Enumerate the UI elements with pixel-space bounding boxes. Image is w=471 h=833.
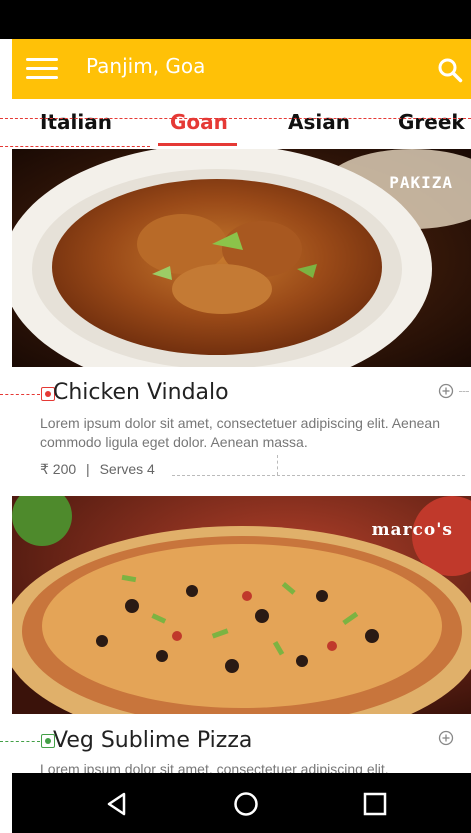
dish-description: Lorem ipsum dolor sit amet, consectetuer…: [40, 415, 440, 450]
tab-asian[interactable]: Asian: [288, 110, 350, 134]
active-tab-indicator: [158, 143, 237, 146]
tab-greek[interactable]: Greek: [398, 110, 465, 134]
circle-home-icon[interactable]: [233, 791, 259, 817]
add-guide-line: [459, 391, 469, 392]
dish-title[interactable]: Veg Sublime Pizza: [53, 728, 252, 753]
app-bar: Panjim, Goa: [12, 39, 471, 99]
dish-price: ₹ 200: [40, 461, 77, 477]
dish-title[interactable]: Chicken Vindalo: [53, 380, 229, 405]
dish-meta: ₹ 200 | Serves 4: [40, 461, 155, 478]
dish-image-veg-pizza[interactable]: marco's: [12, 496, 471, 714]
square-recents-icon[interactable]: [362, 791, 388, 817]
dish-serves: Serves 4: [99, 461, 155, 477]
dish-image-chicken-vindalo[interactable]: PAKIZA: [12, 149, 471, 367]
hamburger-menu-icon[interactable]: [26, 58, 58, 80]
triangle-back-icon[interactable]: [104, 791, 130, 817]
meta-guide-tick: [277, 455, 278, 475]
tab-goan[interactable]: Goan: [170, 110, 228, 134]
add-dish-icon[interactable]: [438, 730, 454, 746]
location-title[interactable]: Panjim, Goa: [86, 54, 205, 78]
meta-guide-line: [172, 475, 465, 476]
status-bar: [0, 0, 471, 39]
tab-guide-line-lower: [0, 146, 150, 147]
dish-guide-line: [0, 394, 40, 395]
restaurant-brand: marco's: [371, 520, 453, 540]
search-icon[interactable]: [437, 57, 463, 83]
add-dish-icon[interactable]: [438, 383, 454, 399]
tab-guide-line: [0, 118, 471, 119]
cuisine-tabs: Italian Goan Asian Greek: [12, 99, 471, 150]
tab-italian[interactable]: Italian: [40, 110, 112, 134]
restaurant-brand: PAKIZA: [389, 173, 453, 192]
meta-separator: |: [86, 461, 90, 477]
dish-guide-line: [0, 741, 40, 742]
app-screen: Panjim, Goa Italian Goan Asian Greek PAK…: [0, 0, 471, 833]
system-nav-bar: [12, 773, 471, 833]
